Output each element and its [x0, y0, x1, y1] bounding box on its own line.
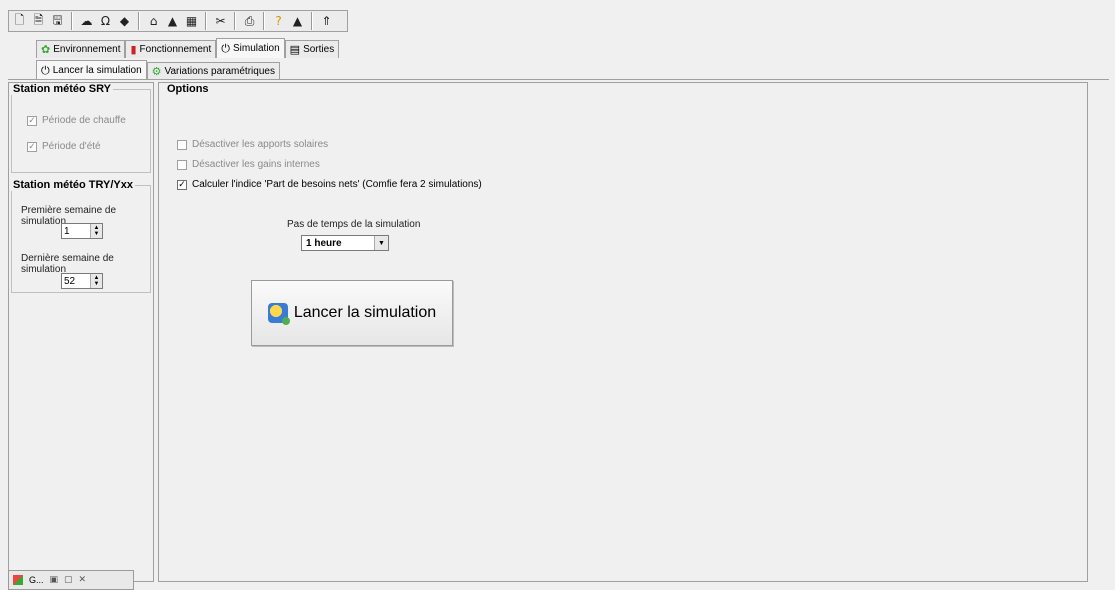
tab-divider: [8, 79, 1109, 80]
tab-simulation[interactable]: ⏻ Simulation: [216, 38, 285, 58]
net-needs-index-checkbox[interactable]: ✓ Calculer l'indice 'Part de besoins net…: [177, 179, 482, 190]
main-tab-bar: ✿ Environnement ▮ Fonctionnement ⏻ Simul…: [36, 38, 340, 58]
spinner-arrows-icon[interactable]: ▲ ▼: [90, 274, 102, 288]
checkbox-box[interactable]: [177, 139, 187, 150]
heating-period-checkbox[interactable]: ✓ Période de chauffe: [27, 115, 126, 126]
toolbar-separator: [234, 12, 236, 30]
sry-title: Station météo SRY: [11, 83, 113, 95]
weather-icon[interactable]: ☁: [78, 12, 95, 30]
environment-icon: ✿: [41, 43, 51, 56]
toolbar: 🗋 🗎 🖫 ☁ Ω ◆ ⌂ ▲ ▦ ✂ ⎙ ? ▲ ⇑: [8, 10, 348, 32]
checkbox-label: Désactiver les gains internes: [192, 159, 320, 170]
last-week-spinner[interactable]: 52 ▲ ▼: [61, 273, 103, 289]
wall-icon[interactable]: ▲: [164, 12, 181, 30]
chevron-down-icon[interactable]: ▼: [374, 236, 388, 250]
restore-icon[interactable]: ▣: [50, 575, 59, 585]
minimized-label: G...: [29, 575, 44, 585]
tab-fonctionnement[interactable]: ▮ Fonctionnement: [125, 40, 217, 58]
checkbox-label: Période d'été: [42, 141, 101, 152]
checkbox-box[interactable]: ✓: [27, 141, 37, 152]
toolbar-separator: [311, 12, 313, 30]
tab-environnement[interactable]: ✿ Environnement: [36, 40, 126, 58]
save-icon[interactable]: 🖫: [49, 12, 66, 30]
disable-solar-checkbox[interactable]: Désactiver les apports solaires: [177, 139, 328, 150]
launch-simulation-button[interactable]: Lancer la simulation: [251, 280, 453, 346]
checkbox-label: Calculer l'indice 'Part de besoins nets'…: [192, 179, 482, 190]
material-icon[interactable]: Ω: [97, 12, 114, 30]
chart-icon[interactable]: ▦: [183, 12, 200, 30]
house-icon[interactable]: ⌂: [145, 12, 162, 30]
app-icon: [13, 575, 23, 585]
spinner-value[interactable]: 52: [62, 276, 90, 287]
close-icon[interactable]: ✕: [79, 575, 87, 585]
diamond-icon[interactable]: ◆: [116, 12, 133, 30]
tab-variations-parametriques[interactable]: ⚙ Variations paramétriques: [146, 62, 280, 80]
simulation-icon: [267, 303, 290, 325]
checkbox-box[interactable]: ✓: [177, 179, 187, 190]
exit-icon[interactable]: ⇑: [318, 12, 335, 30]
toolbar-separator: [71, 12, 73, 30]
tab-label: Variations paramétriques: [164, 66, 275, 77]
tab-label: Environnement: [53, 44, 121, 55]
tab-lancer-simulation[interactable]: ⏻ Lancer la simulation: [36, 60, 147, 80]
last-week-label: Dernière semaine de simulation: [21, 253, 114, 275]
operation-icon: ▮: [130, 43, 137, 56]
sry-group: [11, 89, 151, 173]
power-icon: ⏻: [41, 63, 50, 77]
info-icon[interactable]: ▲: [289, 12, 306, 30]
select-value[interactable]: 1 heure: [302, 238, 374, 249]
options-title: Options: [165, 83, 211, 95]
try-title: Station météo TRY/Yxx: [11, 179, 136, 191]
open-doc-icon[interactable]: 🗎: [30, 12, 47, 30]
sub-tab-bar: ⏻ Lancer la simulation ⚙ Variations para…: [36, 60, 280, 80]
tab-label: Fonctionnement: [139, 44, 212, 55]
output-icon: ▤: [289, 43, 301, 56]
tab-label: Lancer la simulation: [52, 65, 142, 76]
timestep-label: Pas de temps de la simulation: [287, 219, 421, 230]
tab-sorties[interactable]: ▤ Sorties: [284, 40, 340, 58]
spinner-value[interactable]: 1: [62, 226, 90, 237]
maximize-icon[interactable]: ▢: [64, 575, 73, 585]
toolbar-separator: [138, 12, 140, 30]
toolbar-separator: [205, 12, 207, 30]
checkbox-box[interactable]: ✓: [27, 115, 37, 126]
disable-internal-gains-checkbox[interactable]: Désactiver les gains internes: [177, 159, 320, 170]
spinner-arrows-icon[interactable]: ▲ ▼: [90, 224, 102, 238]
variation-icon: ⚙: [151, 65, 162, 78]
tab-label: Simulation: [232, 43, 280, 54]
timestep-select[interactable]: 1 heure ▼: [301, 235, 389, 251]
checkbox-label: Désactiver les apports solaires: [192, 139, 329, 150]
help-icon[interactable]: ?: [270, 12, 287, 30]
minimized-window[interactable]: G... ▣ ▢ ✕: [8, 570, 134, 590]
checkbox-box[interactable]: [177, 159, 187, 170]
tab-label: Sorties: [303, 44, 335, 55]
new-doc-icon[interactable]: 🗋: [11, 12, 28, 30]
checkbox-label: Période de chauffe: [42, 115, 126, 126]
launch-label: Lancer la simulation: [293, 304, 437, 321]
first-week-spinner[interactable]: 1 ▲ ▼: [61, 223, 103, 239]
power-icon: ⏻: [221, 41, 230, 55]
tools-icon[interactable]: ✂: [212, 12, 229, 30]
left-panel: Station météo SRY ✓ Période de chauffe ✓…: [8, 82, 154, 582]
print-icon[interactable]: ⎙: [241, 12, 258, 30]
summer-period-checkbox[interactable]: ✓ Période d'été: [27, 141, 101, 152]
toolbar-separator: [263, 12, 265, 30]
